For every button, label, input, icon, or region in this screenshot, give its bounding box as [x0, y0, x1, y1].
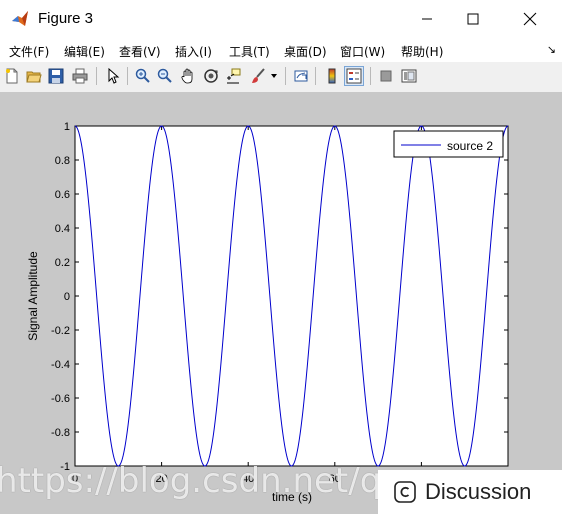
- minimize-icon: [422, 18, 432, 20]
- zoom-in-button[interactable]: [133, 66, 153, 86]
- y-tick-label: 0.2: [55, 257, 70, 269]
- close-button[interactable]: [507, 0, 553, 38]
- y-tick-label: -0.2: [51, 325, 70, 337]
- menu-edit[interactable]: 编辑(E): [64, 43, 105, 60]
- menu-tools[interactable]: 工具(T): [229, 43, 270, 60]
- y-tick-label: 1: [64, 121, 70, 133]
- open-file-icon: [26, 71, 42, 83]
- brush-button[interactable]: [248, 66, 268, 86]
- menu-help[interactable]: 帮助(H): [401, 43, 443, 60]
- hide-plot-tools-icon: [380, 70, 392, 82]
- y-tick-label: 0.6: [55, 189, 70, 201]
- show-plot-tools-icon: [401, 69, 417, 83]
- y-tick-label: 0.8: [55, 155, 70, 167]
- rotate-3d-icon: [204, 69, 218, 83]
- menu-overflow-icon[interactable]: ↘: [547, 43, 556, 56]
- legend-entry-label: source 2: [447, 139, 493, 153]
- colorbar-icon: [328, 68, 336, 84]
- legend-icon: [346, 68, 362, 84]
- rotate-3d-button[interactable]: [201, 66, 221, 86]
- figure-canvas: 1 0.8 0.6 0.4 0.2 0 -0.2 -0.4 -0.6 -0.8 -1 0 20 40 60…: [0, 92, 562, 514]
- menu-window[interactable]: 窗口(W): [340, 43, 385, 60]
- open-file-button[interactable]: [24, 66, 44, 86]
- pan-hand-icon: [181, 68, 193, 84]
- dropdown-arrow-icon: [271, 74, 277, 78]
- y-tick-label: 0.4: [55, 223, 70, 235]
- toolbar-separator: [285, 67, 286, 85]
- legend[interactable]: source 2: [393, 130, 504, 158]
- title-bar: Figure 3: [0, 0, 562, 38]
- watermark-text: https://blog.csdn.net/qq_: [0, 461, 420, 501]
- maximize-icon: [467, 13, 479, 25]
- show-plot-tools-button[interactable]: [399, 66, 419, 86]
- data-cursor-button[interactable]: [223, 66, 243, 86]
- pointer-button[interactable]: [103, 66, 123, 86]
- print-button[interactable]: [70, 66, 90, 86]
- legend-button[interactable]: [344, 66, 364, 86]
- brush-dropdown-button[interactable]: [268, 66, 280, 86]
- y-tick-label: -0.8: [51, 427, 70, 439]
- link-plot-icon: [294, 70, 308, 82]
- zoom-in-icon: [135, 68, 150, 83]
- toolbar: [0, 62, 562, 93]
- discussion-button[interactable]: Discussion: [378, 470, 562, 514]
- data-cursor-icon: [227, 68, 241, 84]
- maximize-button[interactable]: [450, 0, 496, 38]
- y-tick-label: -0.4: [51, 359, 70, 371]
- link-plot-button[interactable]: [291, 66, 311, 86]
- menu-file[interactable]: 文件(F): [9, 43, 49, 60]
- save-icon: [48, 68, 64, 84]
- copyright-icon: [394, 481, 416, 503]
- line-chart: 10.80.60.40.20-0.2-0.4-0.6-0.8-1 0 20 40 60…: [26, 121, 509, 504]
- y-tick-label: 0: [64, 291, 70, 303]
- menu-desktop[interactable]: 桌面(D): [284, 43, 327, 60]
- minimize-button[interactable]: [404, 0, 450, 38]
- toolbar-separator: [127, 67, 128, 85]
- menu-bar: 文件(F) 编辑(E) 查看(V) 插入(I) 工具(T) 桌面(D) 窗口(W…: [0, 38, 562, 62]
- zoom-out-icon: [157, 68, 172, 83]
- zoom-out-button[interactable]: [155, 66, 175, 86]
- print-icon: [72, 68, 88, 84]
- new-figure-icon: [6, 68, 18, 84]
- matlab-logo-icon: [12, 11, 28, 26]
- save-button[interactable]: [46, 66, 66, 86]
- close-icon: [523, 12, 537, 26]
- pointer-icon: [108, 68, 120, 84]
- new-figure-button[interactable]: [2, 66, 22, 86]
- toolbar-separator: [370, 67, 371, 85]
- menu-view[interactable]: 查看(V): [119, 43, 161, 60]
- hide-plot-tools-button[interactable]: [376, 66, 396, 86]
- pan-button[interactable]: [178, 66, 198, 86]
- toolbar-separator: [96, 67, 97, 85]
- y-tick-label: -0.6: [51, 393, 70, 405]
- discussion-label: Discussion: [425, 479, 532, 504]
- y-axis-label: Signal Amplitude: [26, 251, 40, 341]
- colorbar-button[interactable]: [322, 66, 342, 86]
- window-title: Figure 3: [38, 10, 94, 27]
- brush-icon: [252, 68, 265, 83]
- toolbar-separator: [315, 67, 316, 85]
- menu-insert[interactable]: 插入(I): [175, 43, 212, 60]
